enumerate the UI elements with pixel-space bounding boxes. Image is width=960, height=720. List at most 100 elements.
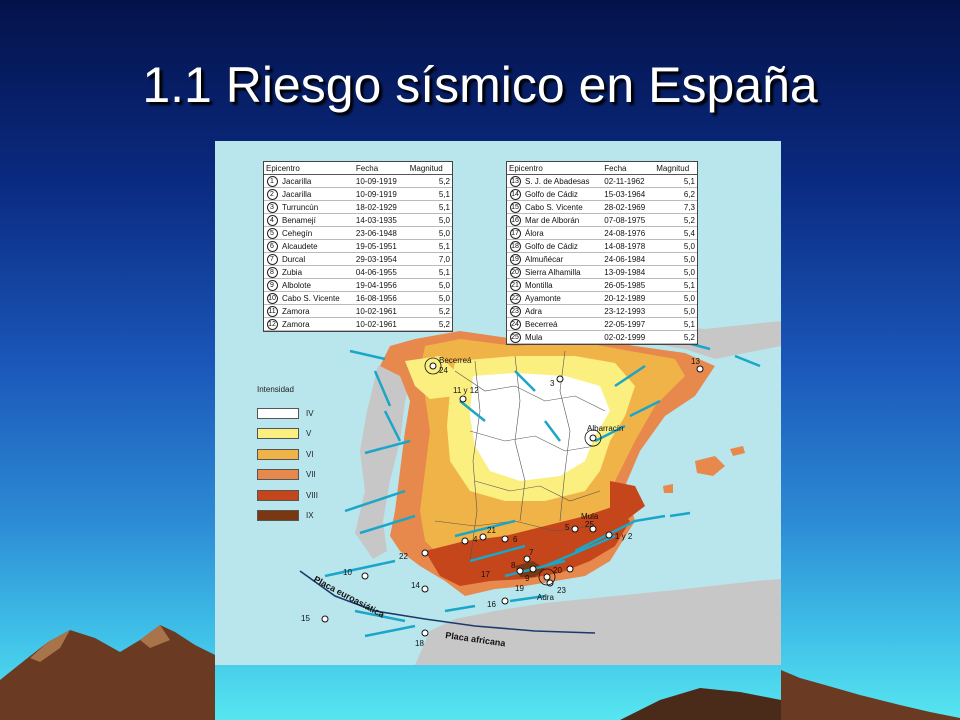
epicenter-place: Cehegín (280, 226, 354, 240)
epicenter-magnitude: 5,1 (407, 265, 452, 279)
label-25: 25 (585, 520, 594, 529)
epicenter-magnitude: 5,1 (654, 317, 697, 331)
label-9: 9 (525, 574, 530, 583)
table-row: 20 Sierra Alhamilla 13-09-1984 5,0 (507, 265, 697, 279)
legend-title: Intensidad (257, 385, 294, 394)
epicenter-place: Jacarilla (280, 174, 354, 188)
legend-item: IX (257, 506, 318, 527)
epicenter-magnitude: 5,4 (654, 226, 697, 240)
epicenter-date: 24-06-1984 (602, 252, 655, 266)
table-header-fecha: Fecha (353, 162, 408, 175)
epicenter-magnitude: 5,0 (407, 291, 452, 305)
epicenter-magnitude: 5,0 (654, 265, 697, 279)
epicenter-magnitude: 5,2 (407, 174, 452, 188)
epicenter-place: Cabo S. Vicente (523, 200, 603, 214)
epicenter-magnitude: 5,0 (654, 291, 697, 305)
epicenter-place: Montilla (523, 278, 603, 292)
epicenter-date: 10-02-1961 (353, 304, 408, 318)
epicenter-place: Durcal (280, 252, 354, 266)
table-header-fecha: Fecha (602, 162, 655, 175)
legend-item: V (257, 424, 318, 445)
epicenter-number: 20 (507, 265, 523, 279)
epicenter-number: 24 (507, 317, 523, 331)
table-row: 9 Albolote 19-04-1956 5,0 (264, 278, 452, 292)
epicenter-number: 10 (264, 291, 280, 305)
epicenter-place: Almuñécar (523, 252, 603, 266)
epicenter-place: Mula (523, 330, 603, 344)
epicenter-date: 22-05-1997 (602, 317, 655, 331)
epicenter-magnitude: 7,0 (407, 252, 452, 266)
table-header-magnitud: Magnitud (407, 162, 452, 175)
epicenter-date: 07-08-1975 (602, 213, 655, 227)
epicenter-place: Cabo S. Vicente (280, 291, 354, 305)
epicenter-place: Jacarilla (280, 187, 354, 201)
epicenter-place: Zamora (280, 317, 354, 331)
epicenter-date: 24-08-1976 (602, 226, 655, 240)
epicenter-number: 15 (507, 200, 523, 214)
epicenter-place: Zamora (280, 304, 354, 318)
epicenter-magnitude: 5,0 (407, 226, 452, 240)
table-row: 3 Turruncún 18-02-1929 5,1 (264, 200, 452, 214)
label-5: 5 (565, 523, 570, 532)
epicenter-place: Albolote (280, 278, 354, 292)
epicenter-number: 3 (264, 200, 280, 214)
table-row: 22 Ayamonte 20-12-1989 5,0 (507, 291, 697, 305)
epicenter-number: 16 (507, 213, 523, 227)
legend-swatch (257, 407, 299, 419)
epicenter-magnitude: 5,0 (654, 252, 697, 266)
legend-item: VIII (257, 485, 318, 506)
epicenter-date: 04-06-1955 (353, 265, 408, 279)
table-row: 15 Cabo S. Vicente 28-02-1969 7,3 (507, 200, 697, 214)
epicenter-date: 23-06-1948 (353, 226, 408, 240)
epicenter-number: 17 (507, 226, 523, 240)
table-row: 7 Durcal 29-03-1954 7,0 (264, 252, 452, 266)
epicenter-date: 19-04-1956 (353, 278, 408, 292)
epicenter-magnitude: 5,2 (654, 213, 697, 227)
epicenter-table-right: Epicentro Fecha Magnitud 13 S. J. de Abad… (506, 161, 698, 345)
table-row: 2 Jacarilla 10-09-1919 5,1 (264, 187, 452, 201)
epicenter-magnitude: 5,1 (407, 239, 452, 253)
label-becerrea: Becerreá (439, 356, 472, 365)
epicenter-place: Álora (523, 226, 603, 240)
legend-item: VI (257, 444, 318, 465)
epicenter-magnitude: 5,2 (407, 317, 452, 331)
epicenter-date: 10-02-1961 (353, 317, 408, 331)
epicenter-date: 20-12-1989 (602, 291, 655, 305)
epicenter-magnitude: 5,1 (407, 200, 452, 214)
epicenter-magnitude: 5,0 (654, 239, 697, 253)
epicenter-date: 15-03-1964 (602, 187, 655, 201)
epicenter-number: 22 (507, 291, 523, 305)
epicenter-place: Adra (523, 304, 603, 318)
table-row: 12 Zamora 10-02-1961 5,2 (264, 317, 452, 331)
label-13: 13 (691, 357, 700, 366)
epicenter-number: 5 (264, 226, 280, 240)
epicenter-place: Benamejí (280, 213, 354, 227)
epicenter-place: Alcaudete (280, 239, 354, 253)
epicenter-magnitude: 7,3 (654, 200, 697, 214)
epicenter-date: 18-02-1929 (353, 200, 408, 214)
seismic-risk-map: Becerreá 24 11 y 12 3 13 Albarracín Mula… (215, 141, 781, 665)
epicenter-number: 8 (264, 265, 280, 279)
epicenter-number: 1 (264, 174, 280, 188)
epicenter-magnitude: 5,2 (407, 304, 452, 318)
epicenter-number: 9 (264, 278, 280, 292)
table-header-magnitud: Magnitud (654, 162, 697, 175)
epicenter-magnitude: 6,2 (654, 187, 697, 201)
table-row: 17 Álora 24-08-1976 5,4 (507, 226, 697, 240)
epicenter-place: Turruncún (280, 200, 354, 214)
epicenter-magnitude: 5,1 (654, 174, 697, 188)
epicenter-place: S. J. de Abadesas (523, 174, 603, 188)
label-4: 4 (473, 535, 478, 544)
legend-item: IV (257, 403, 318, 424)
epicenter-number: 12 (264, 317, 280, 331)
epicenter-place: Sierra Alhamilla (523, 265, 603, 279)
table-row: 25 Mula 02-02-1999 5,2 (507, 330, 697, 344)
epicenter-date: 29-03-1954 (353, 252, 408, 266)
label-22: 22 (399, 552, 408, 561)
label-14: 14 (411, 581, 420, 590)
epicenter-table-left: Epicentro Fecha Magnitud 1 Jacarilla 10-09… (263, 161, 453, 332)
label-10: 10 (343, 568, 352, 577)
epicenter-date: 14-08-1978 (602, 239, 655, 253)
epicenter-number: 21 (507, 278, 523, 292)
label-3: 3 (550, 379, 555, 388)
